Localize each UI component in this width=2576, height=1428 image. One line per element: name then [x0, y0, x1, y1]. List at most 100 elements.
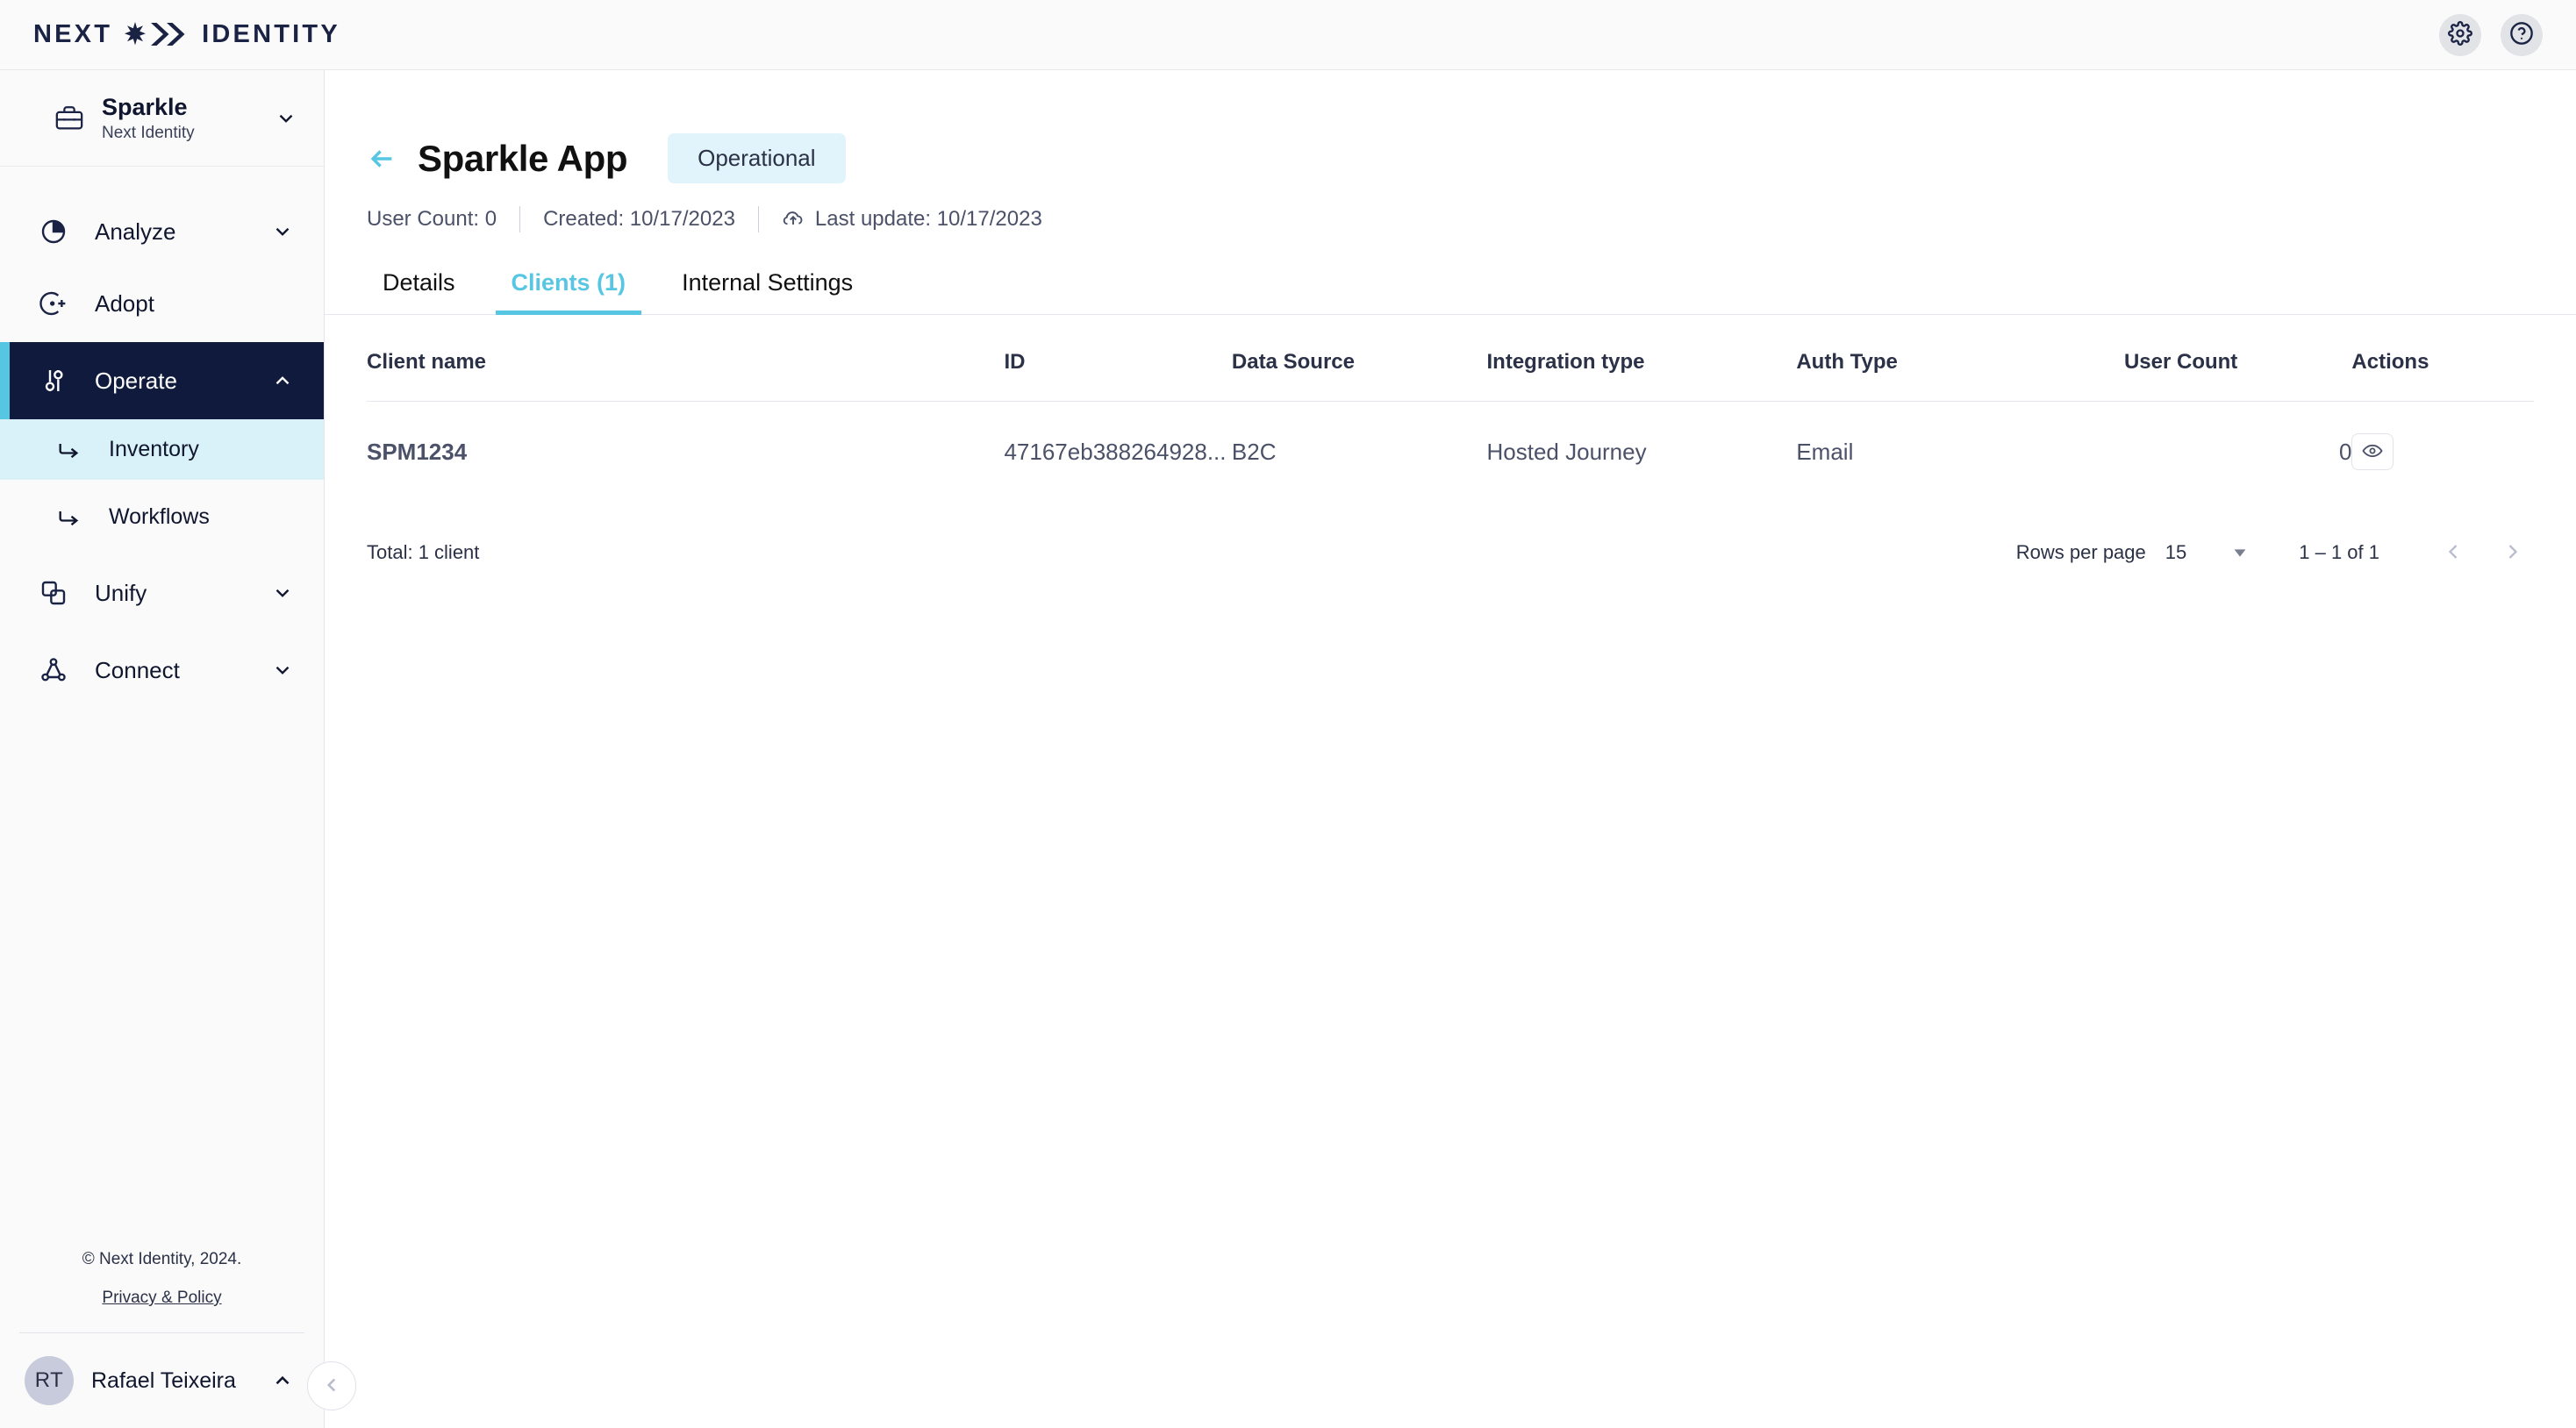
cell-user-count: 0	[2338, 438, 2352, 465]
page-title: Sparkle App	[418, 137, 628, 179]
column-header-actions: Actions	[2351, 315, 2534, 402]
meta-last-update: Last update: 10/17/2023	[814, 207, 1042, 231]
brand-word-next: NEXT	[33, 20, 113, 48]
sidebar-item-inventory[interactable]: Inventory	[0, 419, 324, 481]
pagination-range: 1 – 1 of 1	[2299, 541, 2379, 563]
column-header-client-name: Client name	[367, 315, 1005, 402]
meta-created: Created: 10/17/2023	[543, 207, 735, 231]
settings-button[interactable]	[2439, 13, 2481, 56]
network-icon	[35, 656, 72, 684]
sidebar-item-adopt[interactable]: Adopt	[0, 265, 324, 342]
page-header: Sparkle App Operational User Count: 0 Cr…	[325, 70, 2576, 232]
tenant-subtitle: Next Identity	[102, 124, 195, 143]
tab-clients[interactable]: Clients (1)	[495, 269, 642, 315]
tenant-texts: Sparkle Next Identity	[102, 93, 257, 143]
chevron-left-icon	[320, 1374, 343, 1399]
eye-icon	[2362, 440, 2383, 464]
clients-table-container: Client name ID Data Source Integration t…	[325, 315, 2576, 502]
cell-client-name: SPM1234	[367, 438, 468, 465]
sidebar-item-connect[interactable]: Connect	[0, 632, 324, 709]
sliders-icon	[35, 367, 72, 395]
sidebar-nav: Analyze Adopt Operate Inventory Workflow…	[0, 167, 324, 709]
cell-auth-type: Email	[1796, 438, 1854, 465]
top-bar-actions	[2439, 13, 2543, 56]
rows-per-page-label: Rows per page	[2015, 541, 2146, 563]
brand-word-identity: IDENTITY	[202, 20, 340, 48]
sidebar-item-label: Unify	[95, 579, 147, 606]
sidebar-item-operate[interactable]: Operate	[0, 342, 324, 420]
clients-table: Client name ID Data Source Integration t…	[367, 315, 2534, 502]
table-body: SPM1234 47167eb388264928... B2C Hosted J…	[367, 402, 2534, 503]
tab-bar: Details Clients (1) Internal Settings	[325, 269, 2576, 315]
user-menu[interactable]: RT Rafael Teixeira	[0, 1333, 324, 1428]
column-header-integration-type: Integration type	[1486, 315, 1797, 402]
chevron-up-icon	[271, 1369, 294, 1392]
pagination-controls: Rows per page 15 1 – 1 of 1	[2016, 532, 2534, 574]
sidebar-item-label: Analyze	[95, 218, 176, 245]
chevron-up-icon	[271, 369, 294, 392]
meta-divider	[757, 206, 759, 232]
briefcase-icon	[54, 104, 84, 133]
column-header-data-source: Data Source	[1231, 315, 1487, 402]
sidebar-item-workflows[interactable]: Workflows	[0, 480, 324, 554]
tenant-selector[interactable]: Sparkle Next Identity	[0, 70, 324, 168]
chevron-down-icon	[275, 107, 297, 130]
pie-chart-icon	[35, 218, 72, 246]
rows-per-page-value[interactable]: 15	[2165, 541, 2186, 564]
column-header-id: ID	[1004, 315, 1232, 402]
main-content: Sparkle App Operational User Count: 0 Cr…	[325, 70, 2576, 1428]
table-header-row: Client name ID Data Source Integration t…	[367, 315, 2534, 402]
sidebar-collapse-button[interactable]	[307, 1361, 356, 1410]
cell-integration-type: Hosted Journey	[1486, 438, 1647, 465]
status-badge: Operational	[668, 133, 846, 183]
back-button[interactable]	[367, 144, 397, 174]
page-meta: User Count: 0 Created: 10/17/2023 Last u…	[367, 206, 2534, 232]
meta-divider	[519, 206, 521, 232]
sidebar-footer: © Next Identity, 2024. Privacy & Policy	[0, 1250, 324, 1333]
tenant-name: Sparkle	[102, 94, 188, 120]
user-add-icon	[35, 289, 72, 318]
sidebar-item-label: Inventory	[109, 437, 199, 462]
rows-per-page-dropdown[interactable]	[2230, 543, 2250, 562]
column-header-auth-type: Auth Type	[1796, 315, 2124, 402]
sidebar-item-label: Operate	[95, 367, 177, 394]
chevron-down-icon	[271, 220, 294, 243]
cell-actions	[2351, 402, 2534, 503]
arrow-turn-right-icon	[51, 438, 86, 462]
table-row[interactable]: SPM1234 47167eb388264928... B2C Hosted J…	[367, 402, 2534, 503]
view-client-button[interactable]	[2351, 433, 2394, 470]
meta-last-update-group: Last update: 10/17/2023	[782, 207, 1042, 232]
table-footer: Total: 1 client Rows per page 15 1 – 1 o…	[325, 502, 2576, 574]
tab-details[interactable]: Details	[367, 269, 471, 314]
sidebar-item-label: Connect	[95, 656, 180, 683]
cloud-upload-icon	[782, 208, 805, 231]
privacy-policy-link[interactable]: Privacy & Policy	[102, 1289, 221, 1308]
column-header-user-count: User Count	[2123, 315, 2352, 402]
total-count-text: Total: 1 client	[367, 541, 480, 563]
chevron-down-icon	[271, 582, 294, 604]
sidebar-item-unify[interactable]: Unify	[0, 554, 324, 632]
body-container: Sparkle Next Identity Analyze Adopt Oper…	[0, 70, 2576, 1428]
tab-internal-settings[interactable]: Internal Settings	[666, 269, 869, 314]
cell-data-source: B2C	[1231, 438, 1277, 465]
help-circle-icon	[2509, 21, 2534, 48]
chevron-left-icon	[2441, 539, 2465, 567]
sidebar-item-label: Workflows	[109, 504, 210, 530]
user-name: Rafael Teixeira	[91, 1367, 236, 1393]
copyright-text: © Next Identity, 2024.	[82, 1250, 242, 1268]
next-page-button[interactable]	[2492, 532, 2534, 574]
chevron-right-icon	[2501, 539, 2525, 567]
title-row: Sparkle App Operational	[367, 133, 2534, 183]
brand-logo: NEXT IDENTITY	[33, 20, 340, 50]
arrow-turn-right-icon	[51, 505, 86, 530]
top-bar: NEXT IDENTITY	[0, 0, 2576, 70]
app-root: NEXT IDENTITY Sparkle Next Identity Anal…	[0, 0, 2576, 1428]
sidebar-item-analyze[interactable]: Analyze	[0, 198, 324, 265]
cell-id: 47167eb388264928...	[1004, 438, 1227, 465]
layers-icon	[35, 579, 72, 607]
sidebar-item-label: Adopt	[95, 289, 154, 317]
chevron-down-icon	[271, 659, 294, 682]
previous-page-button[interactable]	[2432, 532, 2474, 574]
help-button[interactable]	[2501, 13, 2543, 56]
